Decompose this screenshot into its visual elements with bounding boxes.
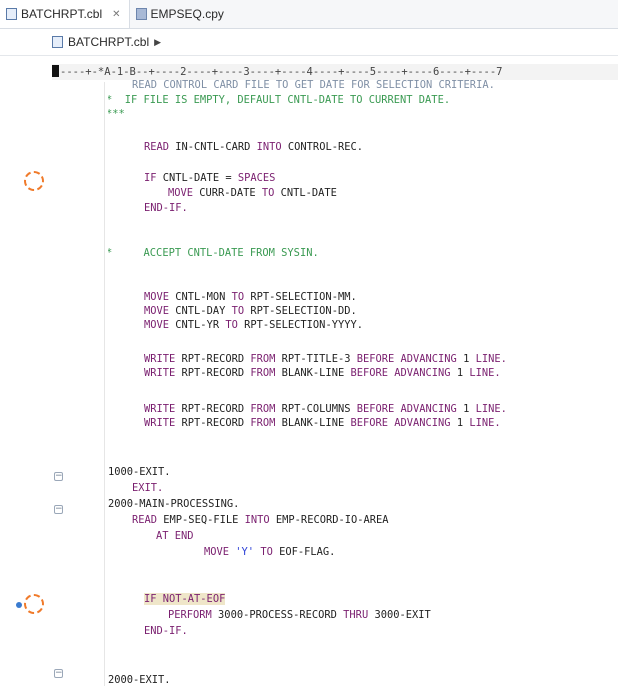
code-line: WRITE RPT-RECORD FROM RPT-COLUMNS BEFORE… — [144, 403, 507, 415]
close-tab-icon[interactable]: ✕ — [112, 9, 120, 20]
code-line: PERFORM 3000-PROCESS-RECORD THRU 3000-EX… — [168, 609, 431, 621]
column-ruler: ----+-*A-1-B--+----2----+----3----+----4… — [52, 64, 618, 80]
tab-empseq[interactable]: EMPSEQ.cpy — [130, 0, 232, 28]
annotation-dot-icon[interactable] — [16, 602, 22, 608]
editor-gutter: − − − — [0, 80, 100, 686]
code-line: END-IF. — [144, 202, 188, 214]
tab-label: EMPSEQ.cpy — [150, 7, 224, 21]
breadcrumb: BATCHRPT.cbl ▶ — [0, 29, 618, 56]
code-line: WRITE RPT-RECORD FROM BLANK-LINE BEFORE … — [144, 367, 501, 379]
fold-collapse-icon[interactable]: − — [54, 669, 63, 678]
code-line: * IF FILE IS EMPTY, DEFAULT CNTL-DATE TO… — [108, 94, 451, 106]
code-line: IF CNTL-DATE = SPACES — [144, 172, 276, 184]
code-line: MOVE CNTL-MON TO RPT-SELECTION-MM. — [144, 291, 357, 303]
code-line: AT END — [156, 530, 194, 542]
code-line: READ EMP-SEQ-FILE INTO EMP-RECORD-IO-ARE… — [132, 514, 389, 526]
tab-batchrpt[interactable]: BATCHRPT.cbl ✕ — [0, 0, 130, 28]
code-line: *** — [108, 108, 125, 120]
ruler-text: ----+-*A-1-B--+----2----+----3----+----4… — [60, 66, 503, 78]
tab-label: BATCHRPT.cbl — [21, 7, 103, 21]
code-line: IF NOT-AT-EOF — [144, 593, 226, 605]
breadcrumb-arrow-icon[interactable]: ▶ — [154, 37, 161, 48]
code-line: 1000-EXIT. — [108, 466, 171, 478]
copybook-file-icon — [135, 8, 147, 20]
code-line: MOVE CURR-DATE TO CNTL-DATE — [168, 187, 337, 199]
code-line: EXIT. — [132, 482, 164, 494]
code-line: MOVE 'Y' TO EOF-FLAG. — [204, 546, 336, 558]
breadcrumb-file[interactable]: BATCHRPT.cbl — [68, 35, 149, 49]
highlight-marker-icon — [24, 594, 44, 614]
code-line: * ACCEPT CNTL-DATE FROM SYSIN. — [108, 247, 319, 259]
fold-collapse-icon[interactable]: − — [54, 505, 63, 514]
code-line: READ IN-CNTL-CARD INTO CONTROL-REC. — [144, 141, 363, 153]
code-line: WRITE RPT-RECORD FROM BLANK-LINE BEFORE … — [144, 417, 501, 429]
editor-tab-bar: BATCHRPT.cbl ✕ EMPSEQ.cpy — [0, 0, 618, 29]
cursor-position-marker — [52, 65, 59, 77]
code-line: WRITE RPT-RECORD FROM RPT-TITLE-3 BEFORE… — [144, 353, 507, 365]
code-line: MOVE CNTL-YR TO RPT-SELECTION-YYYY. — [144, 319, 363, 331]
highlight-marker-icon — [24, 171, 44, 191]
change-bar — [104, 82, 105, 686]
cobol-file-icon — [6, 8, 17, 20]
code-line: 2000-MAIN-PROCESSING. — [108, 498, 240, 510]
cobol-file-icon — [52, 36, 63, 48]
fold-collapse-icon[interactable]: − — [54, 472, 63, 481]
code-editor[interactable]: READ CONTROL CARD FILE TO GET DATE FOR S… — [108, 80, 618, 686]
code-line: READ CONTROL CARD FILE TO GET DATE FOR S… — [132, 80, 495, 91]
code-line: END-IF. — [144, 625, 188, 637]
code-line: MOVE CNTL-DAY TO RPT-SELECTION-DD. — [144, 305, 357, 317]
code-line: 2000-EXIT. — [108, 674, 171, 686]
